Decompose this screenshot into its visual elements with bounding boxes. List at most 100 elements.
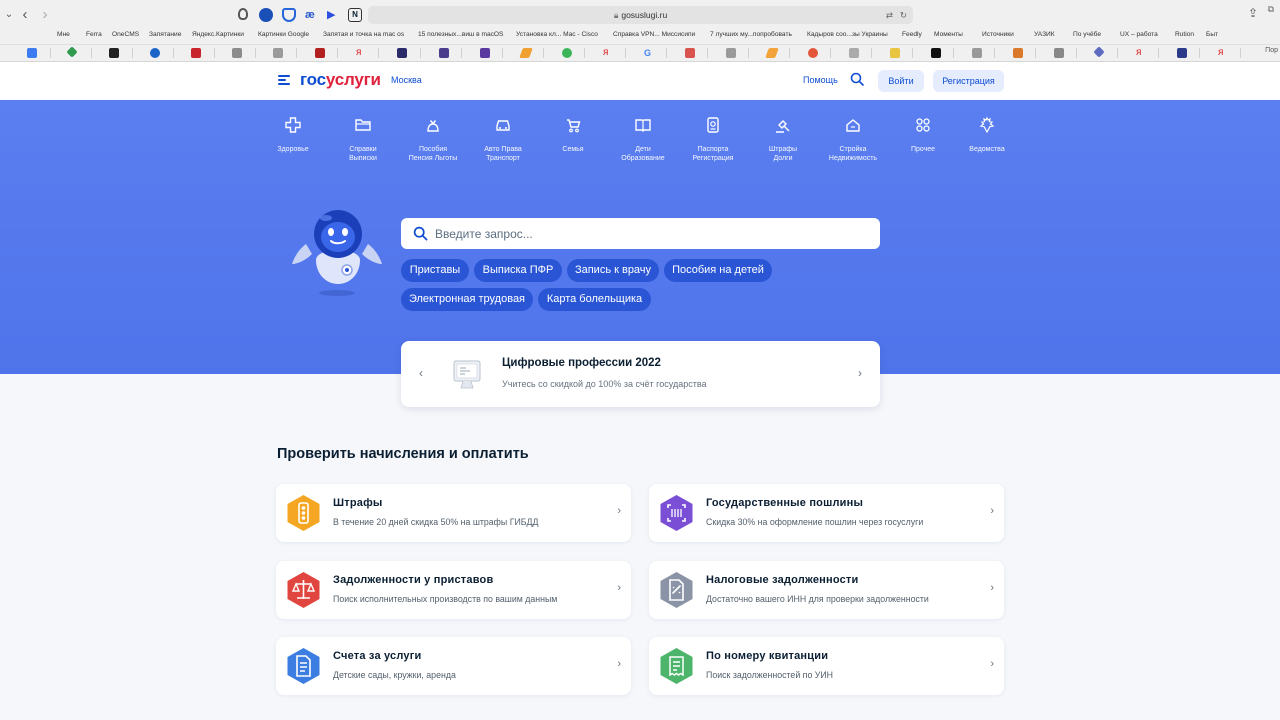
fav-site-icon[interactable]: я (1218, 48, 1228, 58)
fav-site-icon[interactable]: я (603, 48, 613, 58)
bookmark-item[interactable]: Кадыров соо...зы Украины (807, 31, 888, 38)
extension-blue-icon[interactable] (259, 8, 273, 22)
fav-site-icon[interactable] (765, 48, 779, 58)
fav-site-icon[interactable] (480, 48, 490, 58)
forward-button[interactable]: › (36, 6, 54, 24)
shield-extension-icon[interactable] (238, 8, 248, 20)
notion-extension-icon[interactable]: N (348, 8, 362, 22)
carousel-prev-icon[interactable]: ‹ (419, 366, 423, 380)
fav-overflow[interactable]: Пор (1265, 47, 1278, 54)
fav-site-icon[interactable] (397, 48, 407, 58)
fav-site-icon[interactable] (519, 48, 533, 58)
category-fines[interactable]: Штрафы Долги (748, 114, 818, 163)
fav-site-icon[interactable] (849, 48, 859, 58)
bookmark-item[interactable]: Мне (57, 31, 70, 38)
fav-site-icon[interactable]: я (356, 48, 366, 58)
fav-site-icon[interactable] (232, 48, 242, 58)
ae-extension-icon[interactable]: æ (305, 8, 319, 22)
fav-site-icon[interactable] (1177, 48, 1187, 58)
category-benefits[interactable]: Пособия Пенсия Льготы (398, 114, 468, 163)
category-realty[interactable]: Стройка Недвижимость (818, 114, 888, 163)
chip-electronic-workbook[interactable]: Электронная трудовая (401, 288, 533, 311)
bookmark-item[interactable]: Картинки Google (258, 31, 309, 38)
menu-icon[interactable] (278, 75, 290, 85)
bookmark-item[interactable]: Установка кл... Mac - Cisco (516, 31, 598, 38)
address-bar[interactable]: 🔒︎ gosuslugi.ru ⇄ ↻ (368, 6, 913, 24)
bookmark-item[interactable]: Справка VPN... Миссисипи (613, 31, 695, 38)
bookmark-item[interactable]: Яндекс.Картинки (192, 31, 244, 38)
bookmark-item[interactable]: UX – работа (1120, 31, 1158, 38)
fav-site-icon[interactable] (808, 48, 818, 58)
help-link[interactable]: Помощь (803, 75, 838, 85)
tabs-overview-icon[interactable]: ⧉ (1268, 4, 1274, 15)
chip-fan-card[interactable]: Карта болельщика (538, 288, 651, 311)
fav-site-icon[interactable] (109, 48, 119, 58)
fav-site-icon[interactable] (273, 48, 283, 58)
bookmark-item[interactable]: Ferra (86, 31, 102, 38)
search-icon[interactable] (850, 72, 864, 86)
pay-card-service-bills[interactable]: Счета за услуги Детские сады, кружки, ар… (276, 637, 631, 695)
shield-check-extension-icon[interactable] (282, 8, 296, 22)
play-extension-icon[interactable]: ▶ (327, 8, 341, 22)
pay-card-state-duties[interactable]: Государственные пошлины Скидка 30% на оф… (649, 484, 1004, 542)
bookmark-item[interactable]: 7 лучших му...попробовать (710, 31, 792, 38)
bookmark-item[interactable]: 15 полезных...виш в macOS (418, 31, 503, 38)
bookmark-item[interactable]: Запятая и точка на mac os (323, 31, 404, 38)
pay-card-fines[interactable]: Штрафы В течение 20 дней скидка 50% на ш… (276, 484, 631, 542)
register-button[interactable]: Регистрация (933, 70, 1004, 92)
bookmark-item[interactable]: Источники (982, 31, 1014, 38)
category-family[interactable]: Семья (538, 114, 608, 154)
fav-site-icon[interactable] (191, 48, 201, 58)
translate-icon[interactable]: ⇄ (886, 6, 893, 24)
search-box[interactable]: Введите запрос... (401, 218, 880, 249)
gavel-icon (776, 120, 790, 133)
fav-site-icon[interactable]: G (644, 48, 654, 58)
fav-site-icon[interactable] (726, 48, 736, 58)
fav-site-icon[interactable] (150, 48, 160, 58)
fav-site-icon[interactable] (1013, 48, 1023, 58)
pay-card-bailiff-debts[interactable]: Задолженности у приставов Поиск исполнит… (276, 561, 631, 619)
reload-icon[interactable]: ↻ (900, 6, 907, 24)
chip-pfr-statement[interactable]: Выписка ПФР (474, 259, 562, 282)
share-icon[interactable]: ⇪ (1248, 6, 1258, 20)
category-other[interactable]: Прочее (888, 114, 958, 154)
bookmark-item[interactable]: По учёбе (1073, 31, 1101, 38)
bookmark-item[interactable]: УАЗИК (1034, 31, 1055, 38)
fav-site-icon[interactable] (1093, 46, 1105, 58)
promo-carousel[interactable]: ‹ Цифровые профессии 2022 Учитесь со ски… (401, 341, 880, 407)
back-button[interactable]: ‹ (16, 6, 34, 24)
category-certificates[interactable]: Справки Выписки (328, 114, 398, 163)
fav-site-icon[interactable] (890, 48, 900, 58)
fav-site-icon[interactable] (1054, 48, 1064, 58)
bookmark-item[interactable]: Feedly (902, 31, 922, 38)
fav-site-icon[interactable] (27, 48, 37, 58)
chip-doctor-appointment[interactable]: Запись к врачу (567, 259, 659, 282)
pay-card-tax-debts[interactable]: Налоговые задолженности Достаточно вашег… (649, 561, 1004, 619)
carousel-next-icon[interactable]: › (858, 366, 862, 380)
fav-site-icon[interactable] (315, 48, 325, 58)
fav-site-icon[interactable] (66, 46, 78, 58)
chip-bailiffs[interactable]: Приставы (401, 259, 469, 282)
fav-site-icon[interactable]: я (1136, 48, 1146, 58)
bookmark-item[interactable]: Rution (1175, 31, 1194, 38)
fav-site-icon[interactable] (931, 48, 941, 58)
category-passports[interactable]: Паспорта Регистрация (678, 114, 748, 163)
category-agencies[interactable]: Ведомства (952, 114, 1022, 154)
fav-site-icon[interactable] (685, 48, 695, 58)
chip-child-benefits[interactable]: Пособия на детей (664, 259, 772, 282)
gosuslugi-logo[interactable]: госуслуги (300, 70, 381, 90)
city-selector[interactable]: Москва (391, 75, 422, 85)
bookmark-item[interactable]: OneCMS (112, 31, 139, 38)
bookmark-item[interactable]: Быт (1206, 31, 1218, 38)
fav-site-icon[interactable] (439, 48, 449, 58)
bookmark-item[interactable]: Моменты (934, 31, 963, 38)
login-button[interactable]: Войти (878, 70, 924, 92)
category-children[interactable]: Дети Образование (608, 114, 678, 163)
category-label: Штрафы (768, 146, 798, 153)
fav-site-icon[interactable] (972, 48, 982, 58)
bookmark-item[interactable]: Запятание (149, 31, 181, 38)
pay-card-receipt-number[interactable]: По номеру квитанции Поиск задолженностей… (649, 637, 1004, 695)
fav-site-icon[interactable] (562, 48, 572, 58)
category-auto[interactable]: Авто Права Транспорт (468, 114, 538, 163)
category-health[interactable]: Здоровье (258, 114, 328, 154)
